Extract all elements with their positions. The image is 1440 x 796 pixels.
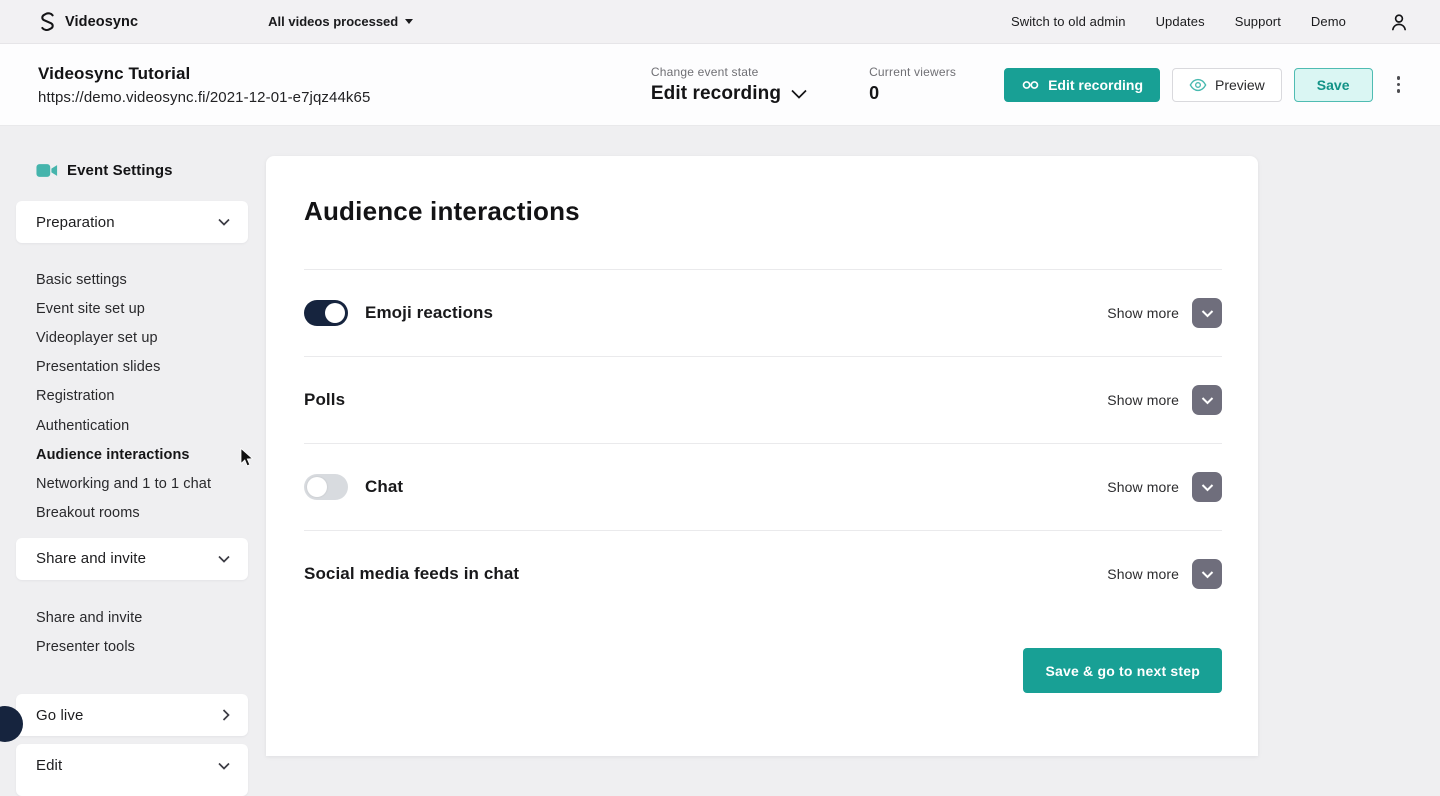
edit-recording-button[interactable]: Edit recording bbox=[1004, 68, 1160, 102]
sidebar-item-breakout-rooms[interactable]: Breakout rooms bbox=[36, 499, 248, 528]
preparation-items: Basic settings Event site set up Videopl… bbox=[16, 251, 248, 538]
eye-icon bbox=[1189, 78, 1207, 92]
show-more-link[interactable]: Show more bbox=[1107, 392, 1179, 408]
sidebar-item-networking-1to1-chat[interactable]: Networking and 1 to 1 chat bbox=[36, 469, 248, 498]
card-footer: Save & go to next step bbox=[304, 648, 1222, 693]
show-more-link[interactable]: Show more bbox=[1107, 566, 1179, 582]
show-more-link[interactable]: Show more bbox=[1107, 305, 1179, 321]
feature-label: Emoji reactions bbox=[365, 303, 493, 323]
chevron-right-icon bbox=[222, 709, 230, 721]
feature-label: Chat bbox=[365, 477, 403, 497]
top-links: Switch to old admin Updates Support Demo bbox=[1011, 11, 1410, 33]
event-settings-label: Event Settings bbox=[67, 162, 173, 179]
user-icon bbox=[1388, 11, 1410, 33]
edit-recording-label: Edit recording bbox=[1048, 77, 1143, 93]
videosync-logo-icon bbox=[38, 11, 57, 32]
chevron-down-icon bbox=[791, 89, 807, 99]
event-settings-title: Event Settings bbox=[36, 162, 248, 179]
video-camera-icon bbox=[36, 163, 58, 178]
show-more-link[interactable]: Show more bbox=[1107, 479, 1179, 495]
chevron-down-icon bbox=[218, 555, 230, 563]
sidebar-section-preparation[interactable]: Preparation bbox=[16, 201, 248, 243]
sidebar-item-event-site-set-up[interactable]: Event site set up bbox=[36, 294, 248, 323]
preview-label: Preview bbox=[1215, 77, 1265, 93]
feature-row-polls: Polls Show more bbox=[304, 356, 1222, 443]
save-button[interactable]: Save bbox=[1294, 68, 1373, 102]
chevron-down-icon bbox=[1201, 309, 1214, 318]
current-viewers-block: Current viewers 0 bbox=[869, 65, 956, 104]
current-viewers-label: Current viewers bbox=[869, 65, 956, 79]
chevron-down-icon bbox=[218, 762, 230, 770]
expand-button[interactable] bbox=[1192, 298, 1222, 328]
top-navbar: Videosync All videos processed Switch to… bbox=[0, 0, 1440, 44]
sidebar-item-share-and-invite[interactable]: Share and invite bbox=[36, 604, 248, 633]
sidebar-item-basic-settings[interactable]: Basic settings bbox=[36, 265, 248, 294]
share-items: Share and invite Presenter tools bbox=[16, 588, 248, 672]
header-actions: Change event state Edit recording Curren… bbox=[651, 65, 1408, 105]
sidebar-item-presentation-slides[interactable]: Presentation slides bbox=[36, 353, 248, 382]
link-demo[interactable]: Demo bbox=[1311, 14, 1346, 29]
audience-interactions-panel: Audience interactions Emoji reactions Sh… bbox=[266, 156, 1258, 756]
feature-row-chat: Chat Show more bbox=[304, 443, 1222, 530]
more-options-kebab-icon[interactable] bbox=[1389, 70, 1409, 99]
preview-button[interactable]: Preview bbox=[1172, 68, 1282, 102]
feature-label: Polls bbox=[304, 390, 345, 410]
sidebar-item-registration[interactable]: Registration bbox=[36, 382, 248, 411]
save-next-step-button[interactable]: Save & go to next step bbox=[1023, 648, 1222, 693]
sidebar-item-authentication[interactable]: Authentication bbox=[36, 411, 248, 440]
expand-button[interactable] bbox=[1192, 385, 1222, 415]
sidebar-section-share-and-invite[interactable]: Share and invite bbox=[16, 538, 248, 580]
brand-name: Videosync bbox=[65, 14, 138, 30]
event-header: Videosync Tutorial https://demo.videosyn… bbox=[0, 44, 1440, 126]
feature-label: Social media feeds in chat bbox=[304, 564, 519, 584]
share-invite-label: Share and invite bbox=[36, 550, 146, 567]
videos-processed-label: All videos processed bbox=[268, 14, 398, 29]
event-url[interactable]: https://demo.videosync.fi/2021-12-01-e7j… bbox=[38, 89, 370, 106]
sidebar-item-presenter-tools[interactable]: Presenter tools bbox=[36, 633, 248, 662]
event-title-block: Videosync Tutorial https://demo.videosyn… bbox=[38, 64, 370, 106]
edit-label: Edit bbox=[36, 757, 62, 774]
link-support[interactable]: Support bbox=[1235, 14, 1281, 29]
account-button[interactable] bbox=[1388, 11, 1410, 33]
link-updates[interactable]: Updates bbox=[1156, 14, 1205, 29]
chevron-down-icon bbox=[218, 218, 230, 226]
feature-row-emoji-reactions: Emoji reactions Show more bbox=[304, 269, 1222, 356]
recording-icon bbox=[1021, 78, 1040, 92]
chevron-down-icon bbox=[1201, 483, 1214, 492]
go-live-label: Go live bbox=[36, 707, 83, 724]
sidebar-item-audience-interactions[interactable]: Audience interactions bbox=[36, 440, 248, 469]
event-state-label: Change event state bbox=[651, 65, 807, 79]
event-state-dropdown[interactable]: Edit recording bbox=[651, 83, 807, 105]
current-viewers-count: 0 bbox=[869, 83, 956, 104]
page-title: Audience interactions bbox=[304, 196, 1222, 227]
chat-toggle[interactable] bbox=[304, 474, 348, 500]
event-state-value: Edit recording bbox=[651, 83, 781, 105]
chevron-down-icon bbox=[1201, 396, 1214, 405]
preparation-label: Preparation bbox=[36, 214, 115, 231]
event-title: Videosync Tutorial bbox=[38, 64, 370, 84]
expand-button[interactable] bbox=[1192, 472, 1222, 502]
expand-button[interactable] bbox=[1192, 559, 1222, 589]
save-label: Save bbox=[1317, 77, 1350, 93]
sidebar-section-edit[interactable]: Edit bbox=[16, 744, 248, 796]
videos-processed-dropdown[interactable]: All videos processed bbox=[268, 14, 413, 29]
emoji-reactions-toggle[interactable] bbox=[304, 300, 348, 326]
feature-row-social-media-feeds: Social media feeds in chat Show more bbox=[304, 530, 1222, 617]
link-switch-old-admin[interactable]: Switch to old admin bbox=[1011, 14, 1126, 29]
event-state-block: Change event state Edit recording bbox=[651, 65, 807, 105]
caret-down-icon bbox=[405, 19, 413, 24]
sidebar-item-videoplayer-set-up[interactable]: Videoplayer set up bbox=[36, 323, 248, 352]
settings-sidebar: Event Settings Preparation Basic setting… bbox=[16, 126, 248, 796]
videosync-logo[interactable]: Videosync bbox=[38, 11, 138, 32]
chevron-down-icon bbox=[1201, 570, 1214, 579]
